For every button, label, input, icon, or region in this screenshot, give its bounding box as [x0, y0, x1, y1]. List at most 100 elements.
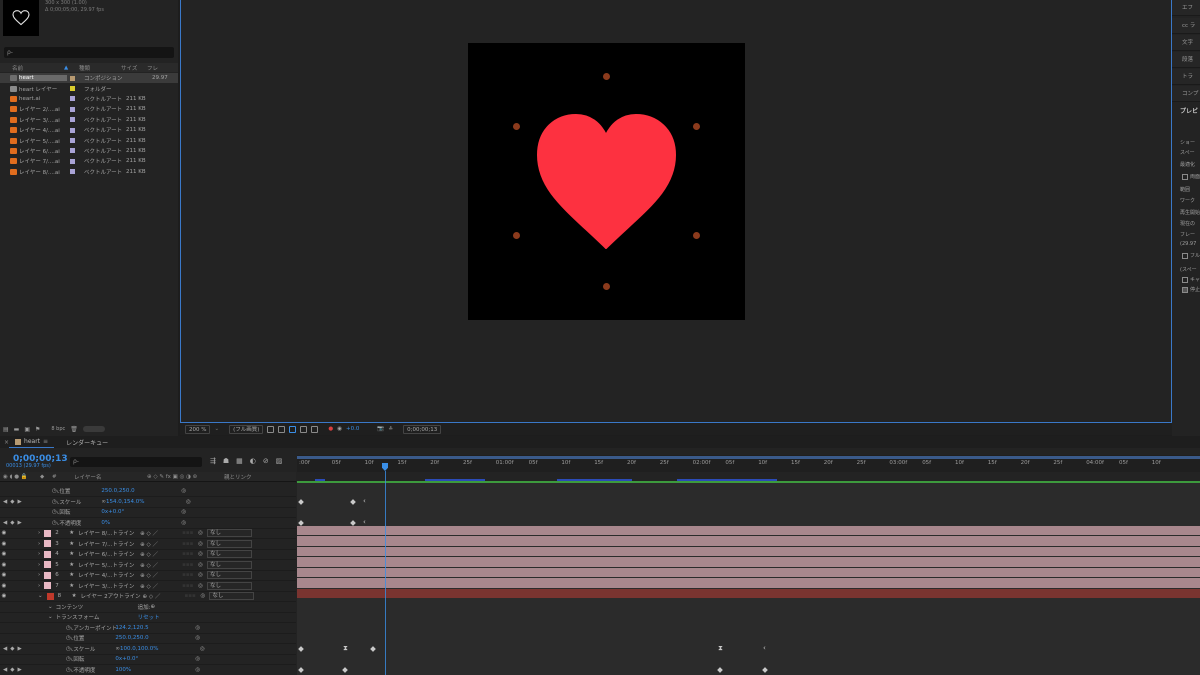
graph-editor-icon[interactable]: ⊘ [263, 457, 269, 465]
parent-pickwhip-icon[interactable]: ◎ [198, 551, 203, 557]
project-item[interactable]: レイヤー 7/....ai ベクトルアート 211 KB [0, 156, 178, 166]
preview-checkbox[interactable] [1182, 287, 1188, 293]
snapshot-icon[interactable]: 📷 [377, 426, 384, 432]
parent-dropdown[interactable]: なし [206, 529, 252, 538]
label-swatch[interactable] [70, 86, 75, 92]
layer-switches[interactable]: ⊕ ◇ ／ [140, 540, 182, 548]
layer-switches[interactable]: ⊕ ◇ ／ [140, 561, 182, 569]
parent-dropdown[interactable]: なし [206, 581, 252, 590]
expand-arrow-icon[interactable]: › [38, 583, 40, 589]
prev-keyframe-icon[interactable]: ◀ [3, 667, 7, 673]
viewer-timecode[interactable]: 0;00;00;13 [403, 424, 442, 434]
parent-pickwhip-icon[interactable]: ◎ [201, 593, 206, 599]
label-swatch[interactable] [70, 138, 75, 144]
property-value[interactable]: 0x+0.0° [101, 509, 181, 515]
preview-checkbox[interactable] [1182, 174, 1188, 180]
shy-layers-icon[interactable]: ☗ [223, 457, 229, 465]
next-keyframe-icon[interactable]: ▶ [17, 667, 21, 673]
comp-flowchart-icon[interactable]: ⇶ [210, 457, 216, 465]
project-search-input[interactable]: ρ- [4, 47, 174, 58]
label-swatch[interactable] [70, 117, 75, 123]
right-panel-tab[interactable]: cc ラ [1172, 18, 1200, 34]
layer-row[interactable]: ◉ › 2 ★ レイヤー 8/...トライン ⊕ ◇ ／ ▪▪▪ ◎ なし [0, 529, 296, 539]
layer-duration-bar[interactable] [297, 588, 1200, 598]
next-keyframe-icon[interactable]: ▶ [17, 499, 21, 505]
expression-pickwhip-icon[interactable]: ◎ [195, 656, 200, 662]
expression-pickwhip-icon[interactable]: ◎ [195, 625, 200, 631]
layer-blend-boxes[interactable]: ▪▪▪ [185, 593, 201, 599]
prev-keyframe-icon[interactable]: ◀ [3, 646, 7, 652]
expand-arrow-icon[interactable]: › [38, 562, 40, 568]
property-value[interactable]: 100% [115, 667, 195, 673]
parent-dropdown[interactable]: なし [206, 560, 252, 569]
keyframe-marker[interactable]: ⧗ [343, 645, 348, 652]
layer-row[interactable]: ◉ › 7 ★ レイヤー 3/...トライン ⊕ ◇ ／ ▪▪▪ ◎ なし [0, 581, 296, 592]
parent-dropdown[interactable]: なし [206, 550, 252, 559]
add-icon[interactable]: ⊕ [150, 604, 155, 610]
expression-pickwhip-icon[interactable]: ◎ [181, 488, 186, 494]
thumbnail-slider[interactable] [82, 426, 105, 432]
project-item[interactable]: heart コンポジション 29.97 [0, 73, 178, 84]
eye-icon[interactable]: ◉ [0, 562, 8, 568]
project-item[interactable]: レイヤー 3/....ai ベクトルアート 211 KB [0, 115, 178, 125]
zoom-dropdown[interactable]: 200 % [185, 424, 211, 434]
col-fps[interactable]: フレ [147, 64, 167, 72]
expression-pickwhip-icon[interactable]: ◎ [195, 667, 200, 673]
parent-dropdown[interactable]: なし [209, 592, 255, 601]
transparency-grid-icon[interactable] [278, 425, 286, 433]
layer-label-swatch[interactable] [44, 561, 52, 569]
property-group-row[interactable]: ⌄ コンテンツ 追加: ⊕ [0, 602, 296, 613]
property-row[interactable]: ◷ ⌞ 位置 250.0,250.0 ◎ [0, 487, 296, 497]
exposure-reset-icon[interactable]: ◉ [337, 426, 342, 432]
expand-arrow-icon[interactable]: › [38, 551, 40, 557]
parent-pickwhip-icon[interactable]: ◎ [198, 572, 203, 578]
property-value[interactable]: 124.2,120.5 [115, 625, 195, 631]
preview-checkbox[interactable] [1182, 277, 1188, 283]
new-folder-icon[interactable]: ▬ [14, 426, 20, 433]
expression-pickwhip-icon[interactable]: ◎ [181, 520, 186, 526]
layer-label-swatch[interactable] [44, 582, 52, 590]
region-of-interest-icon[interactable] [267, 425, 275, 433]
right-panel-tab[interactable]: コンプ [1172, 86, 1200, 102]
property-group-label[interactable]: コンテンツ [56, 603, 138, 611]
layer-row[interactable]: ◉ ⌄ 8 ★ レイヤー 2アウトライン ⊕ ◇ ／ ▪▪▪ ◎ なし [0, 592, 296, 602]
property-row[interactable]: ◷ ⌞ 回転 0x+0.0° ◎ [0, 508, 296, 518]
property-row[interactable]: ◀ ◆ ▶ ◷ ⌞ スケール ∞ 154.0,154.0% ◎ [0, 497, 296, 508]
eye-icon[interactable]: ◉ [0, 593, 8, 599]
layer-name[interactable]: レイヤー 2アウトライン [81, 592, 143, 600]
project-item[interactable]: レイヤー 4/....ai ベクトルアート 211 KB [0, 125, 178, 135]
property-row[interactable]: ◀ ◆ ▶ ◷ ⌞ 不透明度 0% ◎ [0, 518, 296, 529]
parent-dropdown[interactable]: なし [206, 539, 252, 548]
layer-label-swatch[interactable] [44, 550, 52, 558]
prev-keyframe-icon[interactable]: ◀ [3, 520, 7, 526]
layer-switches[interactable]: ⊕ ◇ ／ [143, 592, 185, 600]
label-swatch[interactable] [70, 106, 75, 112]
layer-switches[interactable]: ⊕ ◇ ／ [140, 582, 182, 590]
layer-blend-boxes[interactable]: ▪▪▪ [182, 562, 198, 568]
eye-icon[interactable]: ◉ [0, 583, 8, 589]
property-value[interactable]: 250.0,250.0 [101, 488, 181, 494]
property-row[interactable]: ◷ ⌞ 回転 0x+0.0° ◎ [0, 655, 296, 665]
layer-duration-bar[interactable] [297, 525, 1200, 535]
project-item[interactable]: heart レイヤー フォルダー [0, 83, 178, 93]
graph-toggle-icon[interactable]: ▨ [276, 457, 283, 465]
property-row[interactable]: ◀ ◆ ▶ ◷ ⌞ 不透明度 100% ◎ [0, 665, 296, 675]
mask-visibility-icon[interactable] [289, 425, 297, 433]
keyframe-toggle-icon[interactable]: ◆ [10, 667, 14, 673]
prev-keyframe-icon[interactable]: ◀ [3, 499, 7, 505]
property-row[interactable]: ◷ ⌞ アンカーポイント 124.2,120.5 ◎ [0, 623, 296, 634]
project-item[interactable]: レイヤー 6/....ai ベクトルアート 211 KB [0, 146, 178, 156]
parent-pickwhip-icon[interactable]: ◎ [198, 562, 203, 568]
expand-arrow-icon[interactable]: › [38, 572, 40, 578]
timeline-search-input[interactable]: ρ- [70, 457, 202, 467]
expression-pickwhip-icon[interactable]: ◎ [186, 499, 191, 505]
interpret-footage-icon[interactable]: ▤ [3, 426, 9, 433]
property-value[interactable]: 250.0,250.0 [115, 635, 195, 641]
layer-duration-bar[interactable] [297, 567, 1200, 577]
next-keyframe-icon[interactable]: ▶ [17, 646, 21, 652]
layer-row[interactable]: ◉ › 5 ★ レイヤー 5/...トライン ⊕ ◇ ／ ▪▪▪ ◎ なし [0, 560, 296, 571]
eye-icon[interactable]: ◉ [0, 530, 8, 536]
label-swatch[interactable] [70, 158, 75, 164]
layer-name[interactable]: レイヤー 4/...トライン [78, 571, 140, 579]
expand-arrow-icon[interactable]: › [38, 530, 40, 536]
